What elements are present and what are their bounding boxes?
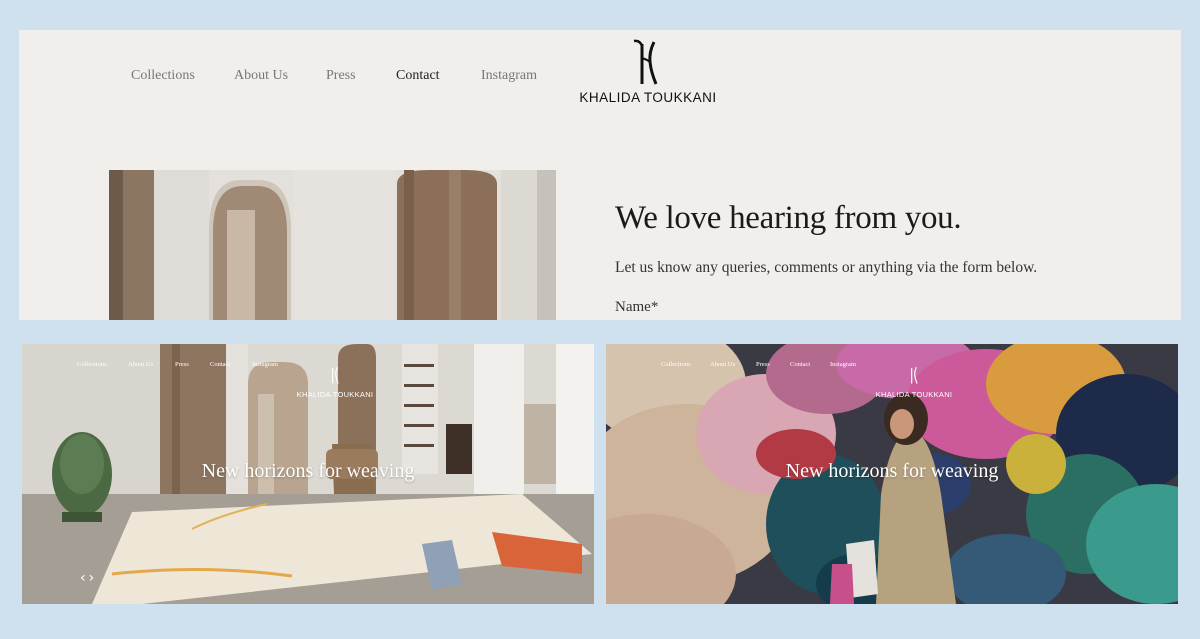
nav-press[interactable]: Press	[175, 361, 189, 368]
page-title: We love hearing from you.	[615, 200, 962, 236]
nav-instagram[interactable]: Instagram	[830, 361, 856, 368]
contact-intro: We love hearing from you. Let us know an…	[615, 200, 1135, 316]
chevron-left-icon[interactable]: ‹	[80, 570, 89, 586]
nav-press[interactable]: Press	[326, 68, 356, 84]
name-field-label: Name*	[615, 299, 659, 315]
nav-instagram[interactable]: Instagram	[252, 361, 278, 368]
chevron-right-icon[interactable]: ›	[89, 570, 98, 586]
nav-press[interactable]: Press	[756, 361, 770, 368]
nav-about-us[interactable]: About Us	[128, 361, 153, 368]
nav-collections[interactable]: Collections	[77, 361, 107, 368]
nav-collections[interactable]: Collections	[661, 361, 691, 368]
brand-logo[interactable]: KHALIDA TOUKKANI	[874, 364, 954, 399]
hero-slide-showroom: Collections About Us Press Contact Insta…	[22, 344, 594, 604]
contact-page-screenshot: Collections About Us Press Contact Insta…	[19, 30, 1181, 320]
brand-name: KHALIDA TOUKKANI	[579, 90, 717, 105]
slide-navigation: Collections About Us Press Contact Insta…	[22, 361, 594, 401]
nav-contact[interactable]: Contact	[790, 361, 810, 368]
page-subtitle: Let us know any queries, comments or any…	[615, 259, 1038, 276]
nav-instagram[interactable]: Instagram	[481, 68, 537, 84]
showroom-photo	[109, 170, 556, 320]
brand-name: KHALIDA TOUKKANI	[296, 390, 374, 399]
hero-slide-yarn: Collections About Us Press Contact Insta…	[606, 344, 1178, 604]
nav-about-us[interactable]: About Us	[710, 361, 735, 368]
slide-headline: New horizons for weaving	[201, 460, 415, 482]
brand-monogram-icon	[332, 366, 339, 384]
slide-navigation: Collections About Us Press Contact Insta…	[606, 361, 1178, 401]
main-navigation: Collections About Us Press Contact Insta…	[19, 30, 1181, 140]
brand-monogram-icon	[633, 39, 658, 85]
brand-name: KHALIDA TOUKKANI	[875, 390, 953, 399]
slide-headline: New horizons for weaving	[785, 460, 999, 482]
brand-logo[interactable]: KHALIDA TOUKKANI	[295, 364, 375, 399]
nav-contact[interactable]: Contact	[210, 361, 230, 368]
slide-arrows[interactable]: ‹›	[80, 570, 97, 586]
brand-logo[interactable]: KHALIDA TOUKKANI	[578, 38, 718, 105]
nav-contact[interactable]: Contact	[396, 68, 440, 84]
brand-monogram-icon	[911, 366, 918, 384]
nav-about-us[interactable]: About Us	[234, 68, 288, 84]
nav-collections[interactable]: Collections	[131, 68, 195, 84]
